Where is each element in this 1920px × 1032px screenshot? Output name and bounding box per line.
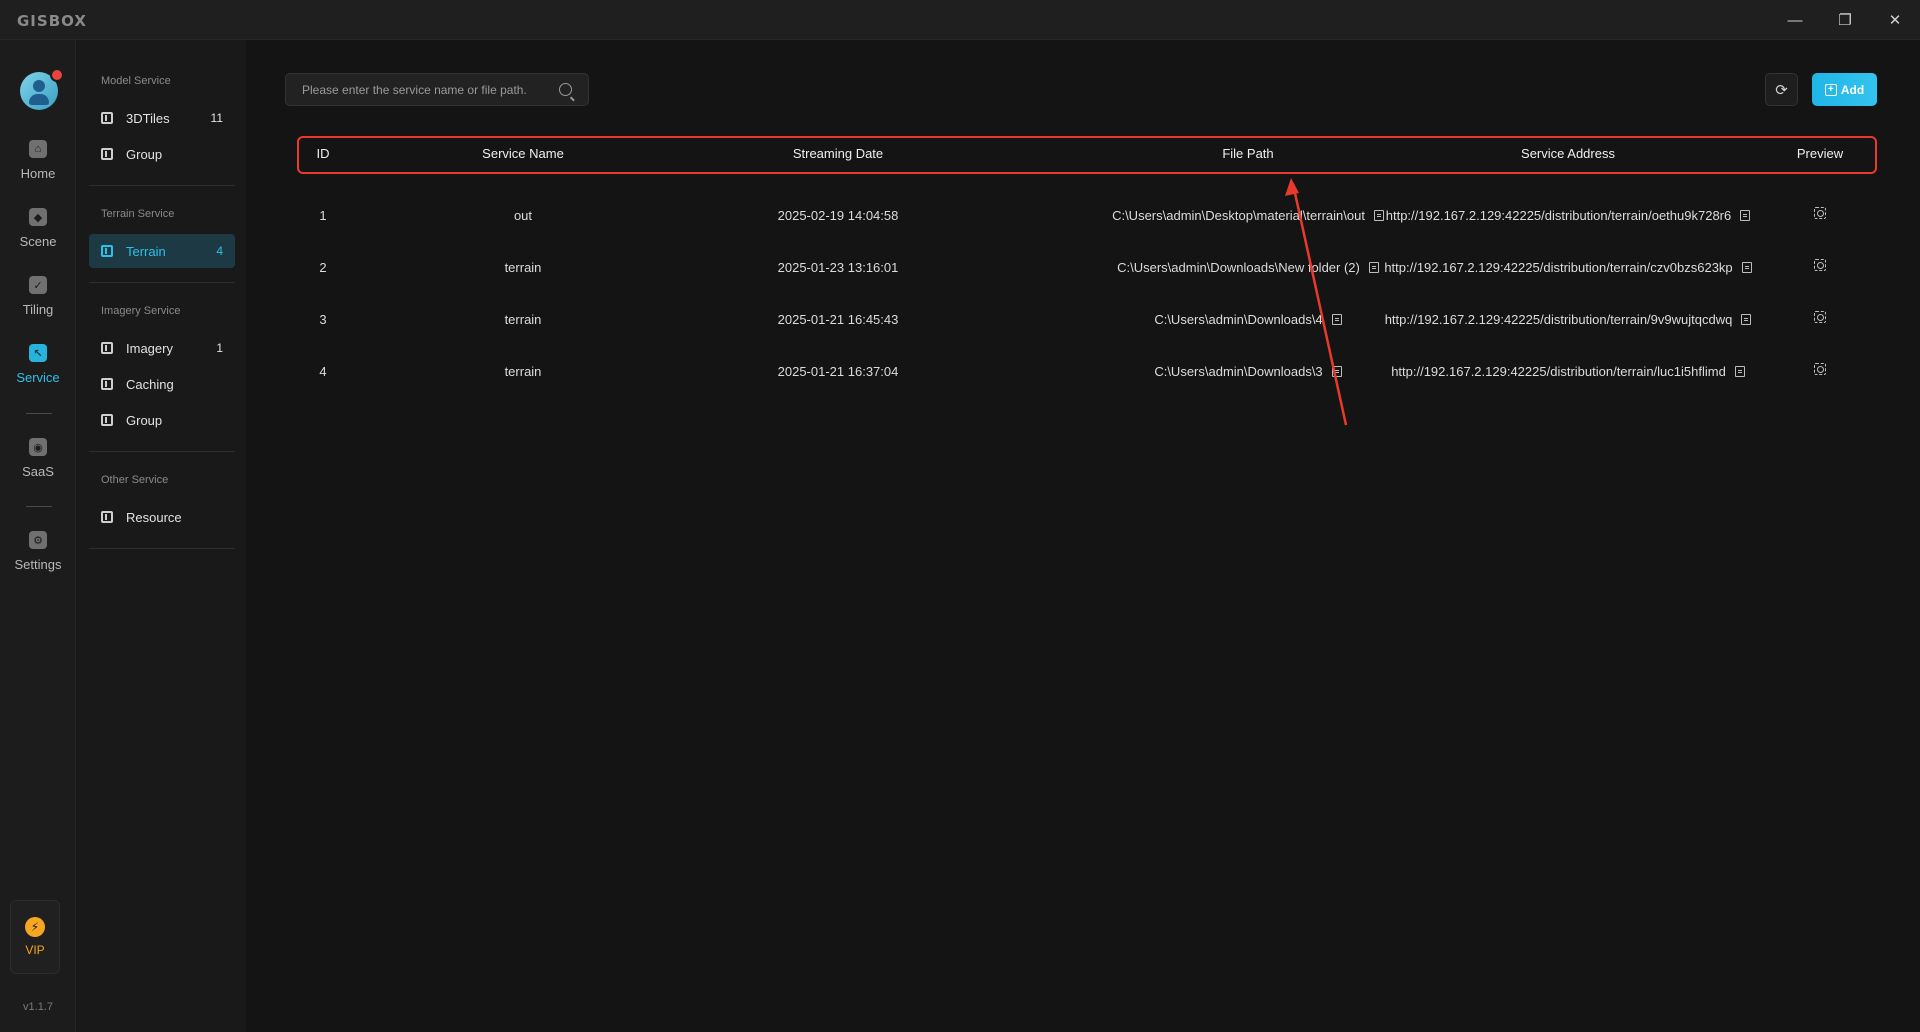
section-title-terrain-service: Terrain Service [101,208,175,220]
subnav-item-3dtiles[interactable]: 3DTiles 11 [89,101,235,135]
section-divider [89,282,235,283]
preview-icon[interactable] [1814,311,1826,323]
nav-tiling[interactable]: ✓ Tiling [0,276,76,332]
caching-icon [101,378,113,390]
minimize-button[interactable]: — [1780,8,1810,32]
table-row[interactable]: 4 terrain 2025-01-21 16:37:04 C:\Users\a… [298,345,1876,397]
table-row[interactable]: 1 out 2025-02-19 14:04:58 C:\Users\admin… [298,189,1876,241]
subnav-item-imagery[interactable]: Imagery 1 [89,331,235,365]
preview-icon[interactable] [1814,259,1826,271]
count-badge: 4 [216,244,223,258]
nav-home[interactable]: ⌂ Home [0,140,76,196]
app-logo: GISBOX [17,12,87,30]
copy-address-icon[interactable] [1741,313,1752,325]
section-title-other-service: Other Service [101,474,169,486]
nav-settings[interactable]: ⚙ Settings [0,531,76,587]
notification-badge-icon [50,68,64,82]
left-rail: ⌂ Home ◆ Scene ✓ Tiling ↖ Service ◉ SaaS… [0,40,76,1032]
section-divider [89,451,235,452]
terrain-icon [101,245,113,257]
scene-icon: ◆ [29,208,47,226]
search-icon[interactable] [559,83,572,96]
count-badge: 1 [216,341,223,355]
restore-button[interactable]: ❐ [1830,8,1860,32]
services-table: ID Service Name Streaming Date File Path… [298,135,1876,397]
copy-address-icon[interactable] [1734,365,1745,377]
subnav-item-imagery-group[interactable]: Group [89,403,235,437]
copy-address-icon[interactable] [1740,209,1751,221]
section-divider [89,185,235,186]
refresh-button[interactable]: ⟳ [1765,73,1798,106]
header-streaming-date: Streaming Date [792,145,884,161]
lightning-icon: ⚡ [25,917,45,937]
version-label: v1.1.7 [23,1001,53,1013]
saas-icon: ◉ [29,438,47,456]
user-avatar[interactable] [20,68,64,110]
table-header: ID Service Name Streaming Date File Path… [298,135,1876,171]
section-title-imagery-service: Imagery Service [101,305,181,317]
header-preview: Preview [1796,145,1844,161]
nav-service[interactable]: ↖ Service [0,344,76,400]
search-input[interactable] [302,82,552,97]
tiles-icon [101,112,113,124]
subnav-item-caching[interactable]: Caching [89,367,235,401]
header-service-name: Service Name [482,145,564,161]
add-icon: + [1824,83,1837,96]
table-row[interactable]: 2 terrain 2025-01-23 13:16:01 C:\Users\a… [298,241,1876,293]
title-bar: GISBOX — ❐ ✕ [0,0,1920,40]
imagery-icon [101,342,113,354]
section-title-model-service: Model Service [101,75,171,87]
count-badge: 11 [210,111,223,125]
table-row[interactable]: 3 terrain 2025-01-21 16:45:43 C:\Users\a… [298,293,1876,345]
nav-scene[interactable]: ◆ Scene [0,208,76,264]
rail-divider [26,413,52,414]
tiling-icon: ✓ [29,276,47,294]
service-sidebar: Model Service 3DTiles 11 Group Terrain S… [77,40,246,1032]
rail-divider [26,506,52,507]
resource-icon [101,511,113,523]
section-divider [89,548,235,549]
subnav-item-model-group[interactable]: Group [89,137,235,171]
copy-address-icon[interactable] [1741,261,1752,273]
nav-saas[interactable]: ◉ SaaS [0,438,76,494]
subnav-item-terrain[interactable]: Terrain 4 [89,234,235,268]
preview-icon[interactable] [1814,207,1826,219]
preview-icon[interactable] [1814,363,1826,375]
header-id: ID [316,145,330,161]
add-button[interactable]: + Add [1812,73,1877,106]
subnav-item-resource[interactable]: Resource [89,500,235,534]
service-icon: ↖ [29,344,47,362]
settings-icon: ⚙ [29,531,47,549]
close-button[interactable]: ✕ [1880,8,1910,32]
group-icon [101,148,113,160]
vip-button[interactable]: ⚡ VIP [10,900,60,974]
group-icon [101,414,113,426]
header-service-address: Service Address [1521,145,1615,161]
main-content: ⟳ + Add ID Service Name Streaming Date F… [246,40,1920,1032]
home-icon: ⌂ [29,140,47,158]
search-box [285,73,589,106]
